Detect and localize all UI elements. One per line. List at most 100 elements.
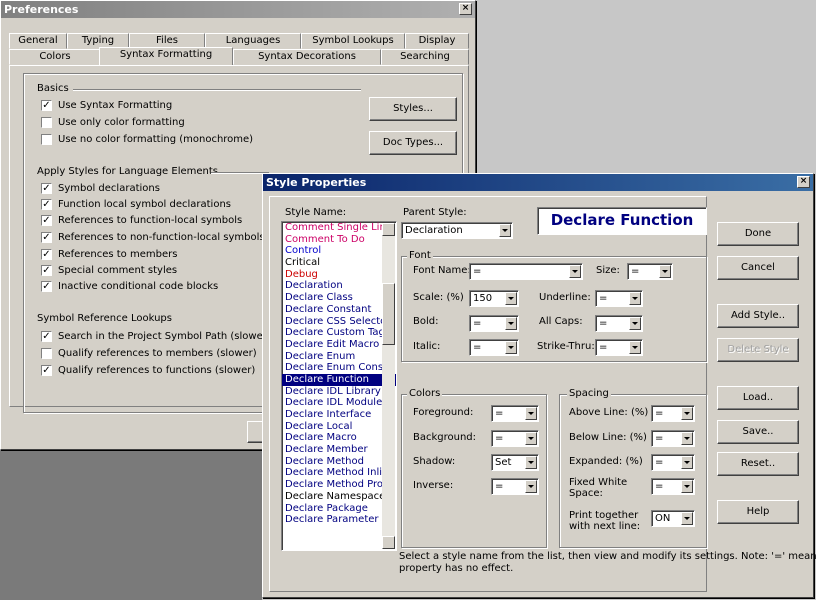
chevron-down-icon[interactable]	[681, 512, 693, 525]
symbol-declarations-checkbox[interactable]: ✓ Symbol declarations	[41, 183, 160, 194]
style-list-item[interactable]: Declare IDL Library	[282, 386, 396, 398]
style-list-item[interactable]: Declare Constant	[282, 304, 396, 316]
chevron-down-icon[interactable]	[525, 432, 537, 445]
chevron-down-icon[interactable]	[681, 480, 693, 493]
styles-button[interactable]: Styles...	[369, 97, 457, 121]
chevron-down-icon[interactable]	[659, 265, 671, 278]
ref-members-checkbox[interactable]: ✓ References to members	[41, 249, 177, 260]
all-caps-select[interactable]: =	[595, 315, 643, 332]
scroll-thumb[interactable]	[382, 283, 395, 345]
load-button[interactable]: Load..	[717, 386, 799, 410]
delete-style-button[interactable]: Delete Style	[717, 338, 799, 362]
ref-non-function-local-checkbox[interactable]: ✓ References to non-function-local symbol…	[41, 232, 265, 243]
close-icon[interactable]: ×	[459, 3, 472, 15]
qualify-members-checkbox[interactable]: Qualify references to members (slower)	[41, 348, 257, 359]
style-properties-titlebar[interactable]: Style Properties ×	[263, 174, 813, 191]
ref-function-local-checkbox[interactable]: ✓ References to function-local symbols	[41, 215, 242, 226]
tab-searching[interactable]: Searching	[381, 49, 469, 65]
style-list-item[interactable]: Declare Edit Macro	[282, 339, 396, 351]
chevron-down-icon[interactable]	[681, 432, 693, 445]
doc-types-button[interactable]: Doc Types...	[369, 131, 457, 155]
style-list-item[interactable]: Debug	[282, 269, 396, 281]
chevron-down-icon[interactable]	[629, 341, 641, 354]
style-list-item[interactable]: Declare Method Proto	[282, 479, 396, 491]
expanded-select[interactable]: =	[651, 454, 695, 471]
chevron-down-icon[interactable]	[525, 480, 537, 493]
bold-select[interactable]: =	[469, 315, 519, 332]
size-select[interactable]: =	[627, 263, 673, 280]
chevron-down-icon[interactable]	[681, 456, 693, 469]
style-list-item[interactable]: Declare Member	[282, 444, 396, 456]
style-list-item[interactable]: Declare IDL Module	[282, 397, 396, 409]
underline-select[interactable]: =	[595, 290, 643, 307]
style-list-item[interactable]: Comment To Do	[282, 234, 396, 246]
style-name-list[interactable]: Comment Single Line Comment To Do Control C…	[281, 221, 397, 551]
add-style-button[interactable]: Add Style..	[717, 304, 799, 328]
chevron-down-icon[interactable]	[629, 292, 641, 305]
print-together-select[interactable]: ON	[651, 510, 695, 527]
search-project-path-checkbox[interactable]: ✓ Search in the Project Symbol Path (slow…	[41, 331, 271, 342]
background-select[interactable]: =	[491, 430, 539, 447]
reset-button[interactable]: Reset..	[717, 452, 799, 476]
shadow-select[interactable]: Set	[491, 454, 539, 471]
special-comment-checkbox[interactable]: ✓ Special comment styles	[41, 265, 177, 276]
style-list-item[interactable]: Critical	[282, 257, 396, 269]
parent-style-select[interactable]: Declaration	[401, 222, 513, 239]
style-list-item[interactable]: Declare Custom Tag	[282, 327, 396, 339]
chevron-down-icon[interactable]	[505, 341, 517, 354]
chevron-down-icon[interactable]	[681, 407, 693, 420]
close-icon[interactable]: ×	[797, 176, 810, 188]
chevron-down-icon[interactable]	[525, 456, 537, 469]
list-scrollbar[interactable]	[382, 223, 395, 549]
tab-symbol-lookups[interactable]: Symbol Lookups	[301, 33, 405, 49]
use-syntax-formatting-checkbox[interactable]: ✓ Use Syntax Formatting	[41, 100, 172, 111]
below-line-select[interactable]: =	[651, 430, 695, 447]
style-list-item[interactable]: Declare Enum Const	[282, 362, 396, 374]
inactive-blocks-checkbox[interactable]: ✓ Inactive conditional code blocks	[41, 281, 218, 292]
help-button[interactable]: Help	[717, 500, 799, 524]
style-list-item[interactable]: Declare Namespace	[282, 491, 396, 503]
qualify-functions-checkbox[interactable]: ✓ Qualify references to functions (slower…	[41, 365, 255, 376]
chevron-down-icon[interactable]	[499, 224, 511, 237]
style-list-item[interactable]: Declare Class	[282, 292, 396, 304]
style-list-item[interactable]: Comment Single Line	[282, 222, 396, 234]
style-list-item[interactable]: Declare Local	[282, 421, 396, 433]
style-list-item[interactable]: Declare CSS Selector	[282, 316, 396, 328]
chevron-down-icon[interactable]	[569, 265, 581, 278]
style-list-item[interactable]: Declare Enum	[282, 351, 396, 363]
use-only-color-checkbox[interactable]: Use only color formatting	[41, 117, 185, 128]
style-list-item[interactable]: Declare Interface	[282, 409, 396, 421]
use-no-color-checkbox[interactable]: Use no color formatting (monochrome)	[41, 134, 253, 145]
italic-select[interactable]: =	[469, 339, 519, 356]
preferences-titlebar[interactable]: Preferences ×	[1, 1, 475, 18]
tab-syntax-formatting[interactable]: Syntax Formatting	[99, 47, 233, 65]
chevron-down-icon[interactable]	[629, 317, 641, 330]
inverse-select[interactable]: =	[491, 478, 539, 495]
style-list-item[interactable]: Declare Method Inline	[282, 467, 396, 479]
style-list-item[interactable]: Declare Function	[282, 373, 396, 386]
save-button[interactable]: Save..	[717, 420, 799, 444]
chevron-down-icon[interactable]	[505, 317, 517, 330]
function-local-decl-checkbox[interactable]: ✓ Function local symbol declarations	[41, 199, 231, 210]
strike-thru-select[interactable]: =	[595, 339, 643, 356]
tab-display[interactable]: Display	[405, 33, 469, 49]
style-list-item[interactable]: Declaration	[282, 280, 396, 292]
fixed-white-select[interactable]: =	[651, 478, 695, 495]
scale-select[interactable]: 150	[469, 290, 519, 307]
tab-colors[interactable]: Colors	[9, 49, 101, 65]
scroll-down-icon[interactable]	[382, 536, 395, 549]
style-list-item[interactable]: Declare Macro	[282, 432, 396, 444]
cancel-button[interactable]: Cancel	[717, 256, 799, 280]
chevron-down-icon[interactable]	[505, 292, 517, 305]
style-list-item[interactable]: Declare Parameter	[282, 514, 396, 526]
style-list-item[interactable]: Declare Package	[282, 503, 396, 515]
foreground-select[interactable]: =	[491, 405, 539, 422]
above-line-select[interactable]: =	[651, 405, 695, 422]
chevron-down-icon[interactable]	[525, 407, 537, 420]
tab-general[interactable]: General	[9, 33, 67, 49]
scroll-up-icon[interactable]	[382, 223, 395, 236]
style-list-item[interactable]: Control	[282, 245, 396, 257]
tab-syntax-decorations[interactable]: Syntax Decorations	[233, 49, 381, 65]
style-list-item[interactable]: Declare Method	[282, 456, 396, 468]
done-button[interactable]: Done	[717, 222, 799, 246]
